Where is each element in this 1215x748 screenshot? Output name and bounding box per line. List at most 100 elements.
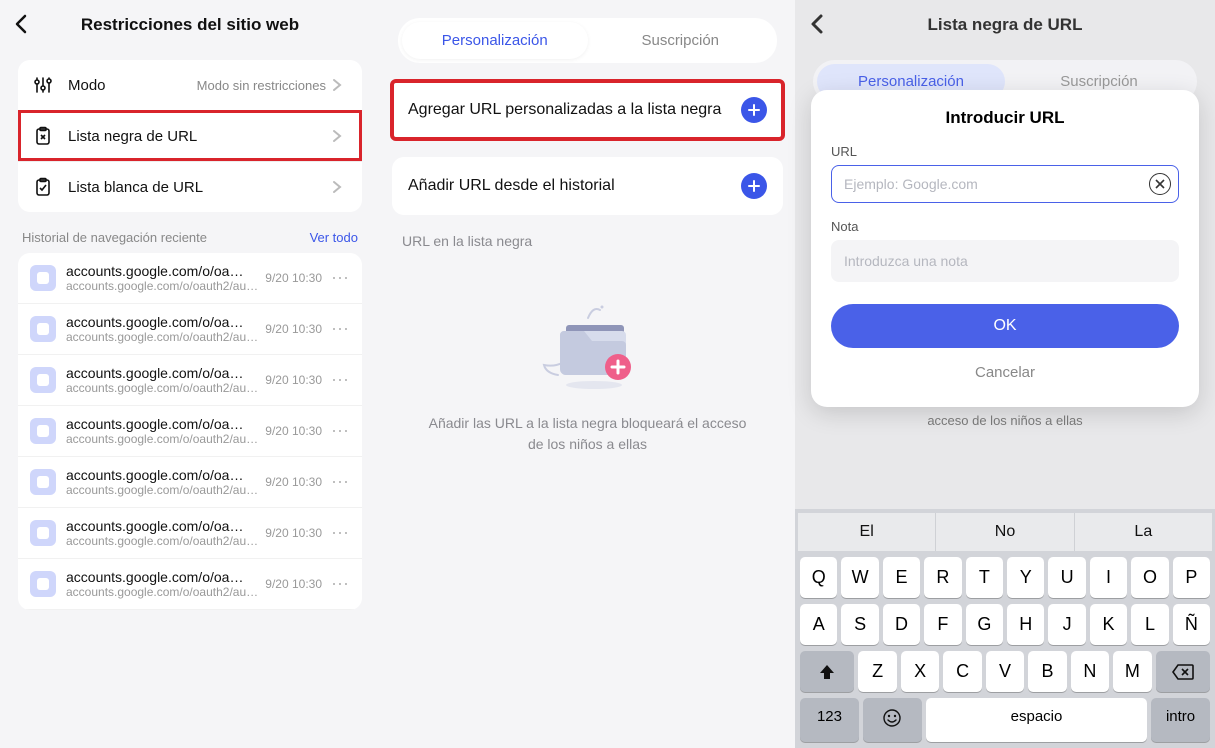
- key-o[interactable]: O: [1131, 557, 1168, 598]
- history-text: accounts.google.com/o/oa… accounts.googl…: [66, 416, 259, 446]
- back-button[interactable]: [14, 14, 36, 36]
- key-e[interactable]: E: [883, 557, 920, 598]
- emoji-key[interactable]: [863, 698, 922, 742]
- note-label: Nota: [831, 219, 1179, 234]
- row-url-whitelist[interactable]: Lista blanca de URL: [18, 161, 362, 212]
- row-add-from-history[interactable]: Añadir URL desde el historial: [392, 157, 783, 215]
- empty-state: Añadir las URL a la lista negra bloquear…: [380, 253, 795, 475]
- more-button[interactable]: ⋯: [330, 575, 350, 593]
- chevron-right-icon: [332, 129, 348, 143]
- site-icon: [30, 265, 56, 291]
- history-text: accounts.google.com/o/oa… accounts.googl…: [66, 569, 259, 599]
- history-text: accounts.google.com/o/oa… accounts.googl…: [66, 467, 259, 497]
- history-item[interactable]: accounts.google.com/o/oa… accounts.googl…: [18, 355, 362, 406]
- key-j[interactable]: J: [1048, 604, 1085, 645]
- list-header: URL en la lista negra: [380, 215, 795, 253]
- row-url-blacklist[interactable]: Lista negra de URL: [18, 110, 362, 161]
- url-label: URL: [831, 144, 1179, 159]
- history-item[interactable]: accounts.google.com/o/oa… accounts.googl…: [18, 406, 362, 457]
- site-icon: [30, 469, 56, 495]
- key-t[interactable]: T: [966, 557, 1003, 598]
- site-icon: [30, 520, 56, 546]
- backspace-key[interactable]: [1156, 651, 1210, 692]
- key-s[interactable]: S: [841, 604, 878, 645]
- folder-plus-icon: [528, 293, 648, 383]
- site-icon: [30, 571, 56, 597]
- history-title: accounts.google.com/o/oa…: [66, 365, 259, 381]
- key-k[interactable]: K: [1090, 604, 1127, 645]
- tab-personalization[interactable]: Personalización: [402, 22, 588, 59]
- panel-restrictions: Restricciones del sitio web Modo Modo si…: [0, 0, 380, 748]
- suggestion[interactable]: No: [936, 513, 1074, 551]
- note-input[interactable]: [831, 240, 1179, 282]
- more-button[interactable]: ⋯: [330, 371, 350, 389]
- history-list: accounts.google.com/o/oa… accounts.googl…: [18, 253, 362, 610]
- more-button[interactable]: ⋯: [330, 269, 350, 287]
- row-add-custom-url[interactable]: Agregar URL personalizadas a la lista ne…: [392, 81, 783, 139]
- key-r[interactable]: R: [924, 557, 961, 598]
- background-text: acceso de los niños a ellas: [795, 413, 1215, 428]
- cancel-button[interactable]: Cancelar: [831, 352, 1179, 393]
- suggestion[interactable]: El: [798, 513, 936, 551]
- history-item[interactable]: accounts.google.com/o/oa… accounts.googl…: [18, 457, 362, 508]
- key-i[interactable]: I: [1090, 557, 1127, 598]
- key-h[interactable]: H: [1007, 604, 1044, 645]
- key-u[interactable]: U: [1048, 557, 1085, 598]
- key-c[interactable]: C: [943, 651, 981, 692]
- key-d[interactable]: D: [883, 604, 920, 645]
- key-ñ[interactable]: Ñ: [1173, 604, 1210, 645]
- more-button[interactable]: ⋯: [330, 320, 350, 338]
- row-label: Lista negra de URL: [68, 128, 326, 145]
- history-url: accounts.google.com/o/oauth2/auth?red…: [66, 381, 259, 395]
- row-value: Modo sin restricciones: [197, 78, 326, 93]
- plus-icon: [741, 173, 767, 199]
- see-all-link[interactable]: Ver todo: [310, 230, 358, 245]
- url-input[interactable]: [831, 165, 1179, 203]
- tabs: Personalización Suscripción: [398, 18, 777, 63]
- history-time: 9/20 10:30: [265, 526, 322, 540]
- history-item[interactable]: accounts.google.com/o/oa… accounts.googl…: [18, 253, 362, 304]
- site-icon: [30, 418, 56, 444]
- history-url: accounts.google.com/o/oauth2/auth?red…: [66, 279, 259, 293]
- plus-icon: [741, 97, 767, 123]
- key-y[interactable]: Y: [1007, 557, 1044, 598]
- history-time: 9/20 10:30: [265, 475, 322, 489]
- key-p[interactable]: P: [1173, 557, 1210, 598]
- clear-input-button[interactable]: [1149, 173, 1171, 195]
- numbers-key[interactable]: 123: [800, 698, 859, 742]
- key-z[interactable]: Z: [858, 651, 896, 692]
- shift-key[interactable]: [800, 651, 854, 692]
- key-l[interactable]: L: [1131, 604, 1168, 645]
- key-f[interactable]: F: [924, 604, 961, 645]
- enter-key[interactable]: intro: [1151, 698, 1210, 742]
- key-m[interactable]: M: [1113, 651, 1151, 692]
- history-text: accounts.google.com/o/oa… accounts.googl…: [66, 365, 259, 395]
- more-button[interactable]: ⋯: [330, 524, 350, 542]
- row-label: Agregar URL personalizadas a la lista ne…: [408, 99, 741, 121]
- key-w[interactable]: W: [841, 557, 878, 598]
- history-item[interactable]: accounts.google.com/o/oa… accounts.googl…: [18, 559, 362, 610]
- space-key[interactable]: espacio: [926, 698, 1147, 742]
- history-item[interactable]: accounts.google.com/o/oa… accounts.googl…: [18, 304, 362, 355]
- history-item[interactable]: accounts.google.com/o/oa… accounts.googl…: [18, 508, 362, 559]
- key-n[interactable]: N: [1071, 651, 1109, 692]
- suggestion[interactable]: La: [1075, 513, 1212, 551]
- more-button[interactable]: ⋯: [330, 473, 350, 491]
- key-b[interactable]: B: [1028, 651, 1066, 692]
- history-url: accounts.google.com/o/oauth2/auth?red…: [66, 330, 259, 344]
- history-url: accounts.google.com/o/oauth2/auth?red…: [66, 432, 259, 446]
- panel-blacklist: Personalización Suscripción Agregar URL …: [380, 0, 795, 748]
- history-time: 9/20 10:30: [265, 322, 322, 336]
- key-v[interactable]: V: [986, 651, 1024, 692]
- tab-subscription[interactable]: Suscripción: [588, 22, 774, 59]
- row-label: Modo: [68, 77, 197, 94]
- clipboard-check-icon: [32, 176, 54, 198]
- more-button[interactable]: ⋯: [330, 422, 350, 440]
- row-mode[interactable]: Modo Modo sin restricciones: [18, 60, 362, 110]
- ok-button[interactable]: OK: [831, 304, 1179, 348]
- key-q[interactable]: Q: [800, 557, 837, 598]
- history-title: accounts.google.com/o/oa…: [66, 518, 259, 534]
- key-g[interactable]: G: [966, 604, 1003, 645]
- key-a[interactable]: A: [800, 604, 837, 645]
- key-x[interactable]: X: [901, 651, 939, 692]
